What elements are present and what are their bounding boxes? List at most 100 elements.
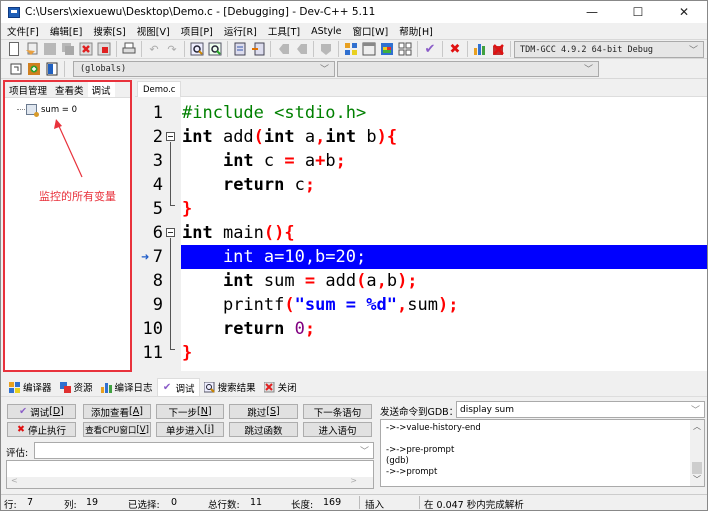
chevron-down-icon[interactable]: ﹀ bbox=[360, 444, 369, 457]
scroll-up-icon[interactable]: ︿ bbox=[693, 421, 701, 432]
status-separator bbox=[419, 496, 420, 509]
menu-window[interactable]: 窗口[W] bbox=[346, 24, 393, 38]
menu-view[interactable]: 视图[V] bbox=[131, 24, 175, 38]
compile-icon[interactable] bbox=[344, 42, 358, 56]
compile-run-icon[interactable] bbox=[380, 42, 394, 56]
tab-search-results[interactable]: 搜索结果 bbox=[200, 378, 260, 396]
step-into-statement-button[interactable]: 进入语句 bbox=[303, 422, 372, 437]
syntax-check-icon[interactable]: ✔ bbox=[423, 42, 437, 56]
fold-toggle-icon[interactable] bbox=[166, 132, 175, 141]
profile-icon[interactable] bbox=[473, 42, 487, 56]
scope-select[interactable]: (globals) ﹀ bbox=[73, 61, 335, 77]
identifier-token: add bbox=[212, 127, 254, 147]
open-file-icon[interactable] bbox=[25, 42, 39, 56]
member-select[interactable]: ﹀ bbox=[337, 61, 599, 77]
left-panel: 项目管理 查看类 调试 sum = 0 监控的所有变量 bbox=[3, 80, 132, 372]
next-step-button[interactable]: 下一步[N] bbox=[156, 404, 224, 419]
scrollbar-thumb[interactable] bbox=[692, 462, 702, 474]
scroll-right-icon[interactable]: > bbox=[350, 476, 357, 485]
toolbar-separator bbox=[338, 41, 339, 57]
undo-icon[interactable]: ↶ bbox=[147, 42, 161, 56]
vertical-scrollbar[interactable]: ︿ ﹀ bbox=[690, 420, 704, 486]
resources-icon bbox=[59, 381, 71, 393]
debug-button[interactable]: ✔ 调试[D] bbox=[7, 404, 76, 419]
gdb-output: ->->value-history-end ->->pre-prompt (gd… bbox=[380, 419, 705, 487]
operator-token: ); bbox=[397, 271, 418, 291]
bookmark-prev-icon[interactable] bbox=[276, 42, 290, 56]
code-editor[interactable]: 1 #include <stdio.h> 2 int add(int a,int… bbox=[135, 97, 707, 371]
code-text-highlighted: int a=10,b=20; bbox=[181, 245, 707, 269]
save-all-icon[interactable] bbox=[61, 42, 75, 56]
close-all-icon[interactable] bbox=[97, 42, 111, 56]
tab-resources[interactable]: 资源 bbox=[56, 378, 97, 396]
run-icon[interactable] bbox=[362, 42, 376, 56]
next-statement-button[interactable]: 下一条语句 bbox=[303, 404, 372, 419]
identifier-token: main bbox=[212, 223, 264, 243]
evaluate-input[interactable]: ﹀ bbox=[34, 442, 374, 459]
menu-help[interactable]: 帮助[H] bbox=[393, 24, 438, 38]
stop-execution-button[interactable]: ✖ 停止执行 bbox=[7, 422, 76, 437]
tab-compile-log[interactable]: 编译日志 bbox=[97, 378, 157, 396]
shortcut-key: D bbox=[52, 406, 61, 417]
fold-toggle-icon[interactable] bbox=[166, 228, 175, 237]
button-label: 跳过函数 bbox=[244, 425, 283, 437]
close-button[interactable]: ✕ bbox=[661, 1, 707, 23]
code-line: 4 return c; bbox=[135, 173, 707, 197]
operator-token: , bbox=[376, 271, 387, 291]
keyword-token: return bbox=[222, 175, 285, 195]
horizontal-scrollbar[interactable]: < > bbox=[7, 476, 373, 488]
save-icon[interactable] bbox=[43, 42, 57, 56]
identifier-token: printf bbox=[222, 295, 285, 315]
find-icon[interactable] bbox=[190, 42, 204, 56]
menu-edit[interactable]: 编辑[E] bbox=[44, 24, 87, 38]
menu-project[interactable]: 项目[P] bbox=[175, 24, 218, 38]
rebuild-icon[interactable] bbox=[398, 42, 412, 56]
indent-icon[interactable] bbox=[233, 42, 247, 56]
shortcut-key: S bbox=[269, 406, 277, 417]
unindent-icon[interactable] bbox=[251, 42, 265, 56]
scroll-left-icon[interactable]: < bbox=[11, 476, 18, 485]
stop-icon[interactable]: ✖ bbox=[448, 42, 462, 56]
status-separator bbox=[359, 496, 360, 509]
scroll-down-icon[interactable]: ﹀ bbox=[693, 474, 701, 485]
new-file-icon[interactable] bbox=[7, 42, 21, 56]
menu-tools[interactable]: 工具[T] bbox=[262, 24, 305, 38]
close-file-icon[interactable] bbox=[79, 42, 93, 56]
preprocessor-token: #include <stdio.h> bbox=[182, 103, 367, 123]
menu-astyle[interactable]: AStyle bbox=[305, 26, 346, 37]
maximize-button[interactable]: ☐ bbox=[615, 1, 661, 23]
compiler-select[interactable]: TDM-GCC 4.9.2 64-bit Debug ﹀ bbox=[514, 41, 704, 58]
replace-icon[interactable] bbox=[208, 42, 222, 56]
chevron-down-icon[interactable]: ﹀ bbox=[691, 403, 700, 416]
view-cpu-window-button[interactable]: 查看CPU窗口[V] bbox=[83, 422, 151, 437]
close-panel-icon bbox=[263, 381, 275, 393]
menu-search[interactable]: 搜索[S] bbox=[87, 24, 130, 38]
tab-label: 关闭 bbox=[277, 383, 297, 394]
skip-function-button[interactable]: 跳过函数 bbox=[229, 422, 298, 437]
tab-demo-c[interactable]: Demo.c bbox=[137, 81, 182, 97]
delete-profile-icon[interactable] bbox=[491, 42, 505, 56]
minimize-button[interactable]: — bbox=[569, 1, 615, 23]
shortcut-key: N bbox=[200, 406, 208, 417]
bookmark-next-icon[interactable] bbox=[294, 42, 308, 56]
toggle-bookmark-icon[interactable] bbox=[27, 62, 41, 76]
goto-line-icon[interactable] bbox=[319, 42, 333, 56]
redo-icon[interactable]: ↷ bbox=[165, 42, 179, 56]
insert-icon[interactable] bbox=[9, 62, 23, 76]
menu-file[interactable]: 文件[F] bbox=[1, 24, 44, 38]
line-number: 3 bbox=[152, 151, 163, 171]
tab-compiler[interactable]: 编译器 bbox=[5, 378, 56, 396]
gdb-command-input[interactable]: display sum ﹀ bbox=[456, 401, 705, 418]
skip-button[interactable]: 跳过[S] bbox=[229, 404, 298, 419]
tab-close-panel[interactable]: 关闭 bbox=[260, 378, 301, 396]
print-icon[interactable] bbox=[122, 42, 136, 56]
add-watch-button[interactable]: 添加查看[A] bbox=[83, 404, 151, 419]
goto-bookmark-icon[interactable] bbox=[45, 62, 59, 76]
identifier-token: sum bbox=[407, 295, 438, 315]
operator-token: ; bbox=[304, 175, 316, 195]
menu-run[interactable]: 运行[R] bbox=[218, 24, 262, 38]
tab-debug-output[interactable]: ✔ 调试 bbox=[156, 378, 200, 396]
code-line: 11 } bbox=[135, 341, 707, 365]
step-into-button[interactable]: 单步进入[i] bbox=[156, 422, 224, 437]
